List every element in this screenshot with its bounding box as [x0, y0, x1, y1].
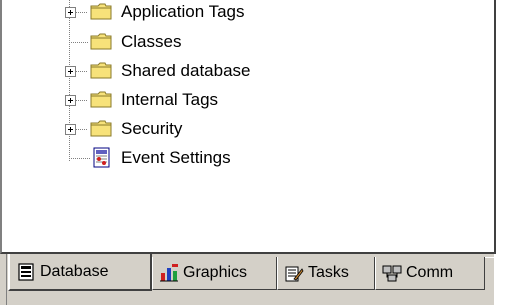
folder-icon: [90, 33, 112, 50]
folder-icon: [90, 62, 112, 79]
tree-item-label: Classes: [121, 32, 182, 51]
tree-connector-line: [76, 71, 88, 72]
tree-connector-line: [76, 12, 88, 13]
tab-label: Comm: [406, 264, 454, 281]
tab-label: Graphics: [183, 264, 248, 281]
tree-item-application-tags[interactable]: Application Tags: [62, 0, 245, 26]
tree-item-label: Event Settings: [121, 148, 231, 167]
tree-item-classes[interactable]: Classes: [62, 28, 181, 56]
tab-database[interactable]: Database: [8, 254, 152, 291]
tree-connector-line: [76, 129, 88, 130]
tab-label: Tasks: [308, 264, 349, 281]
tree-item-label: Shared database: [121, 61, 251, 80]
graphics-icon: [160, 264, 178, 282]
tab-label: Database: [40, 262, 109, 280]
tree-item-label: Internal Tags: [121, 90, 219, 109]
tab-comm[interactable]: Comm: [375, 257, 485, 290]
tree-item-shared-database[interactable]: Shared database: [62, 57, 251, 85]
folder-icon: [90, 120, 112, 137]
tab-bar-frame-right: [494, 254, 517, 305]
tree-connector-line: [69, 158, 91, 159]
tree-item-security[interactable]: Security: [62, 115, 182, 143]
expand-icon[interactable]: [65, 95, 76, 106]
tree-item-label: Security: [121, 119, 183, 138]
tab-graphics[interactable]: Graphics: [152, 257, 277, 290]
expand-icon[interactable]: [65, 7, 76, 18]
folder-icon: [90, 3, 112, 20]
tab-tasks[interactable]: Tasks: [277, 257, 375, 290]
tree-item-label: Application Tags: [121, 2, 245, 21]
tree-connector-line: [69, 42, 88, 43]
tree-item-internal-tags[interactable]: Internal Tags: [62, 86, 218, 114]
folder-icon: [90, 91, 112, 108]
tab-bar: Database Graphics Tasks Comm: [0, 254, 517, 305]
panel-frame-right: [494, 0, 511, 254]
database-icon: [18, 262, 34, 281]
expand-icon[interactable]: [65, 124, 76, 135]
database-tree-panel: Application Tags Classes Shared database…: [0, 0, 511, 254]
comm-icon: [382, 265, 402, 282]
tree-item-event-settings[interactable]: Event Settings: [62, 144, 231, 172]
tasks-icon: [285, 266, 304, 282]
tree-connector-line: [76, 100, 88, 101]
expand-icon[interactable]: [65, 66, 76, 77]
tab-bar-frame-left: [0, 254, 7, 305]
event-settings-icon: [93, 147, 110, 168]
